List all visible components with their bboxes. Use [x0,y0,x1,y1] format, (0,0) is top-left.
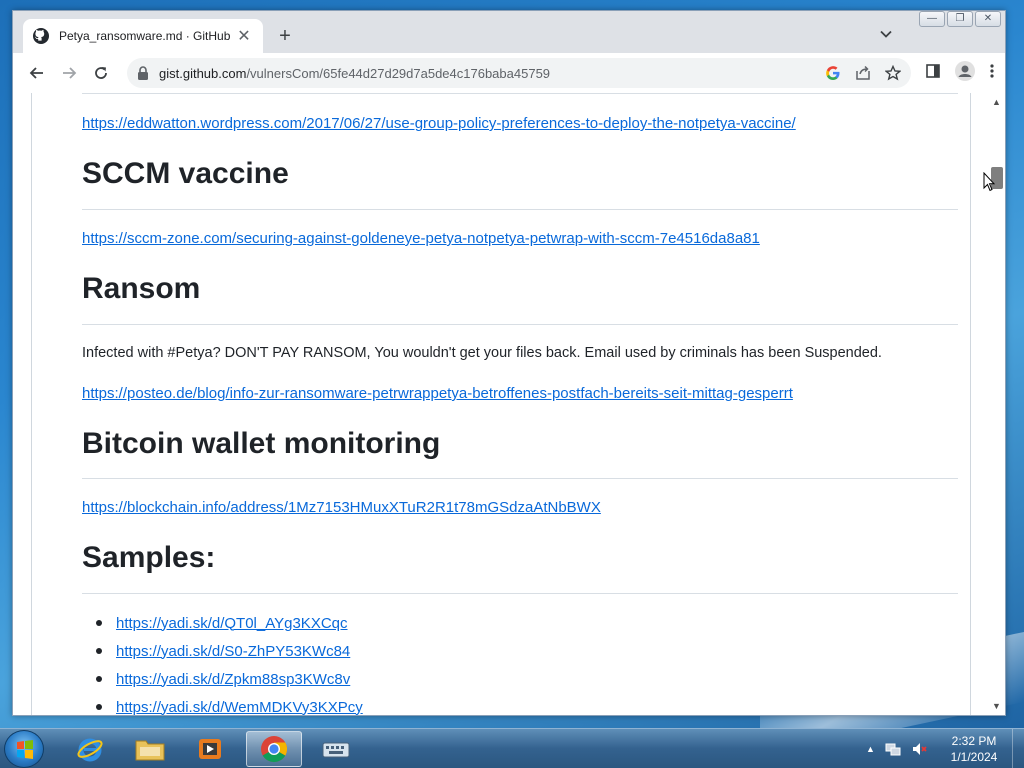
gist-file-box: https://eddwatton.wordpress.com/2017/06/… [31,93,971,715]
list-item: https://yadi.sk/d/Zpkm88sp3KWc8v [82,665,363,693]
address-bar-actions [825,65,901,81]
heading-ransom: Ransom [82,272,201,305]
link-sccm-zone[interactable]: https://sccm-zone.com/securing-against-g… [82,230,760,247]
ransom-paragraph: Infected with #Petya? DON'T PAY RANSOM, … [82,345,882,361]
browser-window: Petya_ransomware.md · GitHub ✕ + — ❐ ✕ g… [12,10,1006,716]
close-window-button[interactable]: ✕ [975,11,1001,27]
taskbar-media-player[interactable] [182,731,238,767]
sample-link[interactable]: https://yadi.sk/d/WemMDKVy3KXPcy [116,699,363,716]
tab-search-chevron-icon[interactable] [879,27,893,41]
list-item: https://yadi.sk/d/S0-ZhPY53KWc84 [82,637,363,665]
toolbar-right-actions [925,61,995,81]
address-bar[interactable]: gist.github.com/vulnersCom/65fe44d27d29d… [127,58,911,88]
tab-close-icon[interactable]: ✕ [235,26,253,46]
divider [82,478,958,479]
divider [82,209,958,210]
list-item: https://yadi.sk/d/WemMDKVy3KXPcy [82,693,363,715]
forward-arrow-icon [63,67,77,79]
back-button[interactable] [21,57,53,89]
start-button[interactable] [4,730,44,768]
bullet [96,676,102,682]
windows-taskbar: ▲ 2:32 PM 1/1/2024 [0,728,1024,768]
tab-petya-gist[interactable]: Petya_ransomware.md · GitHub ✕ [23,19,263,53]
menu-kebab-icon[interactable] [989,63,995,79]
sample-link[interactable]: https://yadi.sk/d/QT0l_AYg3KXCqc [116,615,348,632]
link-posteo-blog[interactable]: https://posteo.de/blog/info-zur-ransomwa… [82,385,793,402]
taskbar-clock[interactable]: 2:32 PM 1/1/2024 [944,733,1004,765]
divider [82,93,958,94]
github-icon [33,28,49,44]
taskbar-internet-explorer[interactable] [62,731,118,767]
page-viewport: https://eddwatton.wordpress.com/2017/06/… [13,93,1005,715]
sample-link[interactable]: https://yadi.sk/d/S0-ZhPY53KWc84 [116,643,350,660]
url-path: /vulnersCom/65fe44d27d29d7a5de4c176baba4… [246,65,551,81]
chrome-icon [261,736,288,763]
media-player-icon [199,739,221,759]
tab-title: Petya_ransomware.md · GitHub [59,29,231,43]
back-arrow-icon [29,67,43,79]
browser-toolbar: gist.github.com/vulnersCom/65fe44d27d29d… [13,53,1005,93]
restore-button[interactable]: ❐ [947,11,973,27]
scroll-up-arrow-icon[interactable]: ▲ [992,97,1001,107]
internet-explorer-icon [77,738,103,762]
lock-icon[interactable] [137,66,149,80]
heading-bitcoin-wallet: Bitcoin wallet monitoring [82,427,441,460]
link-blockchain-address[interactable]: https://blockchain.info/address/1Mz7153H… [82,499,601,516]
divider [82,593,958,594]
forward-button[interactable] [53,57,85,89]
sample-link[interactable]: https://yadi.sk/d/Zpkm88sp3KWc8v [116,671,350,688]
minimize-button[interactable]: — [919,11,945,27]
profile-avatar-icon[interactable] [955,61,975,81]
volume-muted-icon[interactable] [911,741,927,757]
bullet [96,620,102,626]
tab-strip: Petya_ransomware.md · GitHub ✕ + — ❐ ✕ [13,11,1005,53]
share-icon[interactable] [855,65,871,81]
reload-button[interactable] [85,57,117,89]
side-panel-icon[interactable] [925,63,941,79]
bullet [96,648,102,654]
url-host: gist.github.com [159,65,247,81]
taskbar-file-explorer[interactable] [122,731,178,767]
bookmark-star-icon[interactable] [885,65,901,81]
list-item: https://yadi.sk/d/QT0l_AYg3KXCqc [82,609,363,637]
bullet [96,704,102,710]
taskbar-chrome[interactable] [246,731,302,767]
clock-time: 2:32 PM [951,734,997,748]
heading-sccm-vaccine: SCCM vaccine [82,157,289,190]
link-gpo-vaccine[interactable]: https://eddwatton.wordpress.com/2017/06/… [82,115,796,132]
window-controls: — ❐ ✕ [919,11,1001,27]
folder-icon [135,740,165,761]
windows-logo-icon [17,740,33,759]
reload-icon [95,67,107,79]
divider [82,324,958,325]
keyboard-icon [322,742,350,758]
taskbar-on-screen-keyboard[interactable] [308,731,364,767]
system-tray: ▲ [866,729,927,768]
google-translate-icon[interactable] [825,65,841,81]
heading-samples: Samples: [82,541,216,574]
new-tab-button[interactable]: + [275,25,295,48]
clock-date: 1/1/2024 [950,750,998,764]
scroll-down-arrow-icon[interactable]: ▼ [992,701,1001,711]
mouse-cursor-icon [983,172,995,192]
samples-list: https://yadi.sk/d/QT0l_AYg3KXCqc https:/… [82,609,363,715]
network-icon[interactable] [885,741,901,757]
show-desktop-button[interactable] [1012,729,1024,768]
show-hidden-icons-arrow[interactable]: ▲ [866,744,875,754]
